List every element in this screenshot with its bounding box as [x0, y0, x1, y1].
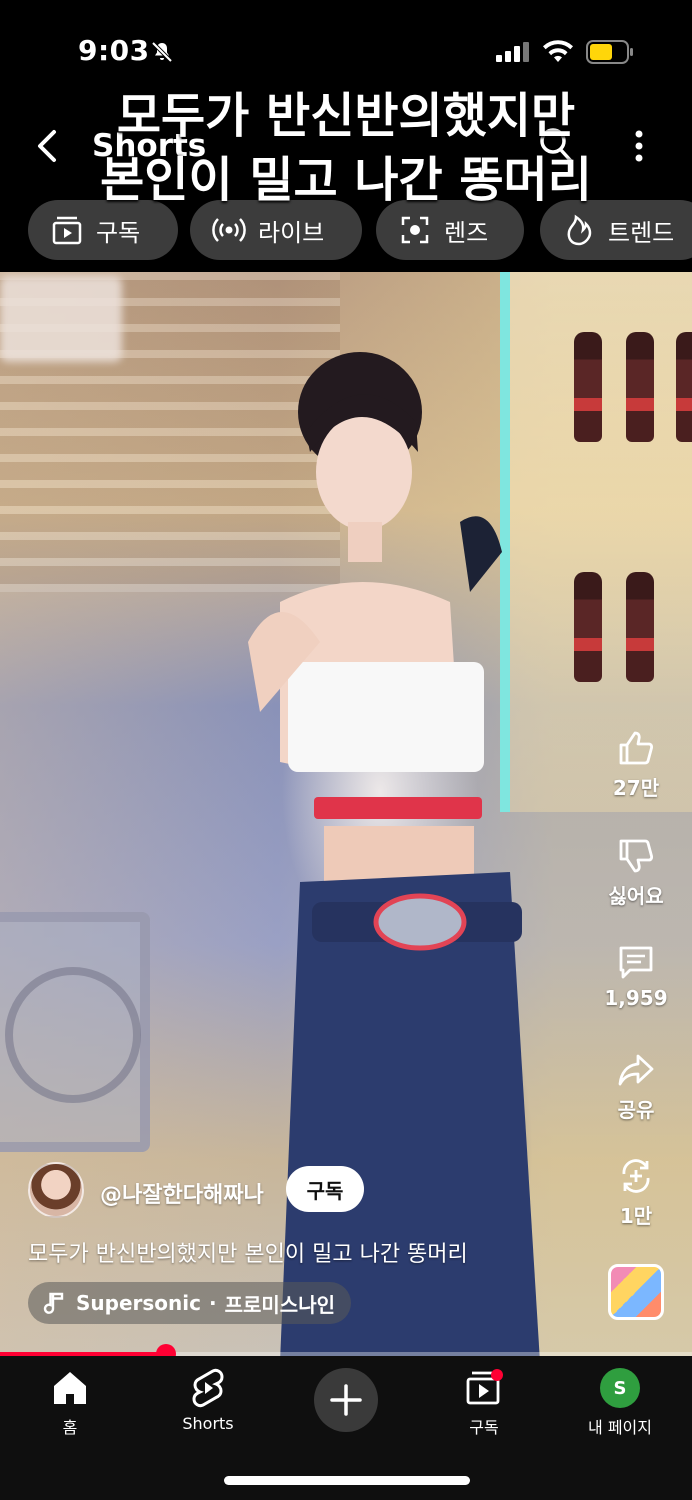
channel-name[interactable]: @나잘한다해짜나	[100, 1177, 264, 1209]
music-artist: 프로미스나인	[224, 1292, 335, 1317]
music-separator: ·	[208, 1291, 217, 1315]
thumbs-up-icon	[619, 731, 654, 765]
title-line-1: 모두가 반신반의했지만	[116, 88, 576, 144]
nav-subscriptions-label: 구독	[469, 1418, 499, 1437]
nav-home-label: 홈	[62, 1418, 78, 1437]
nav-shorts-label: Shorts	[182, 1414, 234, 1433]
lens-icon	[401, 216, 429, 244]
nav-profile[interactable]: S 내 페이지	[560, 1368, 680, 1438]
chip-label: 렌즈	[444, 218, 489, 247]
background-fan	[0, 912, 150, 1152]
video-title-overlay: 모두가 반신반의했지만 본인이 밀고 나간 똥머리	[0, 84, 692, 212]
music-note-icon	[43, 1292, 64, 1314]
remix-button[interactable]: 1만	[596, 1156, 676, 1229]
bell-off-icon	[151, 41, 173, 63]
share-icon	[618, 1054, 654, 1086]
nav-profile-label: 내 페이지	[588, 1418, 652, 1437]
like-count: 27만	[612, 776, 660, 800]
chip-label: 라이브	[258, 218, 325, 247]
remix-count: 1만	[619, 1204, 653, 1228]
nav-shorts[interactable]: Shorts	[148, 1368, 268, 1433]
comments-button[interactable]: 1,959	[596, 942, 676, 1010]
home-icon	[54, 1372, 86, 1404]
subscriptions-icon	[466, 1369, 503, 1405]
chip-label: 구독	[96, 218, 141, 247]
music-song: Supersonic	[76, 1291, 201, 1315]
music-pill[interactable]: Supersonic · 프로미스나인	[28, 1282, 351, 1324]
cellular-signal-icon	[496, 42, 529, 62]
plus-icon	[330, 1384, 362, 1416]
wifi-icon	[543, 40, 573, 62]
title-line-2: 본인이 밀고 나간 똥머리	[100, 152, 592, 208]
sound-thumbnail[interactable]	[608, 1264, 664, 1320]
chip-label: 트렌드	[608, 218, 675, 247]
trending-icon	[567, 214, 592, 246]
battery-icon	[586, 40, 633, 64]
like-button[interactable]: 27만	[596, 728, 676, 801]
comment-count: 1,959	[604, 986, 668, 1010]
subscriptions-icon	[52, 216, 82, 245]
create-button[interactable]	[314, 1368, 378, 1432]
live-icon	[212, 218, 246, 242]
dislike-label: 싫어요	[608, 884, 664, 908]
blurred-logo	[0, 276, 122, 362]
nav-home[interactable]: 홈	[10, 1368, 130, 1438]
nav-subscriptions[interactable]: 구독	[424, 1368, 544, 1438]
comment-icon	[619, 946, 653, 979]
video-caption[interactable]: 모두가 반신반의했지만 본인이 밀고 나간 똥머리	[28, 1236, 468, 1268]
profile-avatar: S	[600, 1368, 640, 1408]
notification-dot	[491, 1369, 503, 1381]
share-label: 공유	[617, 1098, 655, 1122]
remix-icon	[622, 1159, 650, 1193]
channel-avatar[interactable]	[28, 1162, 84, 1218]
share-button[interactable]: 공유	[596, 1050, 676, 1123]
thumbs-down-icon	[619, 839, 654, 873]
status-time: 9:03	[78, 34, 150, 67]
home-indicator	[224, 1476, 470, 1485]
dislike-button[interactable]: 싫어요	[596, 836, 676, 909]
subscribe-button[interactable]: 구독	[286, 1166, 364, 1212]
shorts-icon	[192, 1368, 224, 1408]
